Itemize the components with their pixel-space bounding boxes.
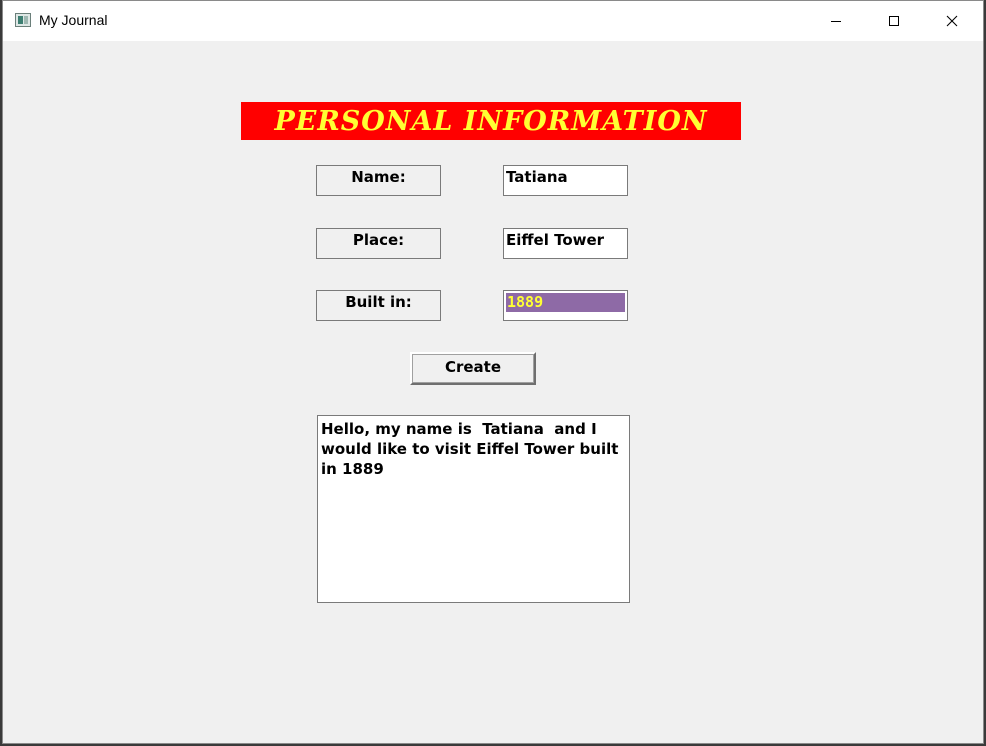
maximize-icon [889, 16, 899, 26]
name-label: Name: [316, 165, 441, 196]
built-in-label: Built in: [316, 290, 441, 321]
close-icon [946, 15, 958, 27]
close-button[interactable] [923, 1, 981, 41]
place-input[interactable]: Eiffel Tower [503, 228, 628, 259]
minimize-button[interactable] [807, 1, 865, 41]
personal-information-banner: PERSONAL INFORMATION [241, 102, 741, 140]
place-label: Place: [316, 228, 441, 259]
create-button[interactable]: Create [410, 352, 536, 385]
name-input[interactable]: Tatiana [503, 165, 628, 196]
maximize-button[interactable] [865, 1, 923, 41]
app-window-icon [15, 13, 31, 27]
built-in-input[interactable]: 1889 [503, 290, 628, 321]
window-title: My Journal [39, 12, 108, 28]
built-in-selected-text: 1889 [506, 293, 625, 312]
journal-output-textarea[interactable]: Hello, my name is Tatiana and I would li… [317, 415, 630, 603]
banner-title: PERSONAL INFORMATION [274, 105, 708, 137]
title-bar[interactable]: My Journal [3, 1, 983, 41]
minimize-icon [831, 21, 841, 22]
app-window: My Journal PERSONAL INFORMATION Name: Ta… [2, 0, 984, 744]
